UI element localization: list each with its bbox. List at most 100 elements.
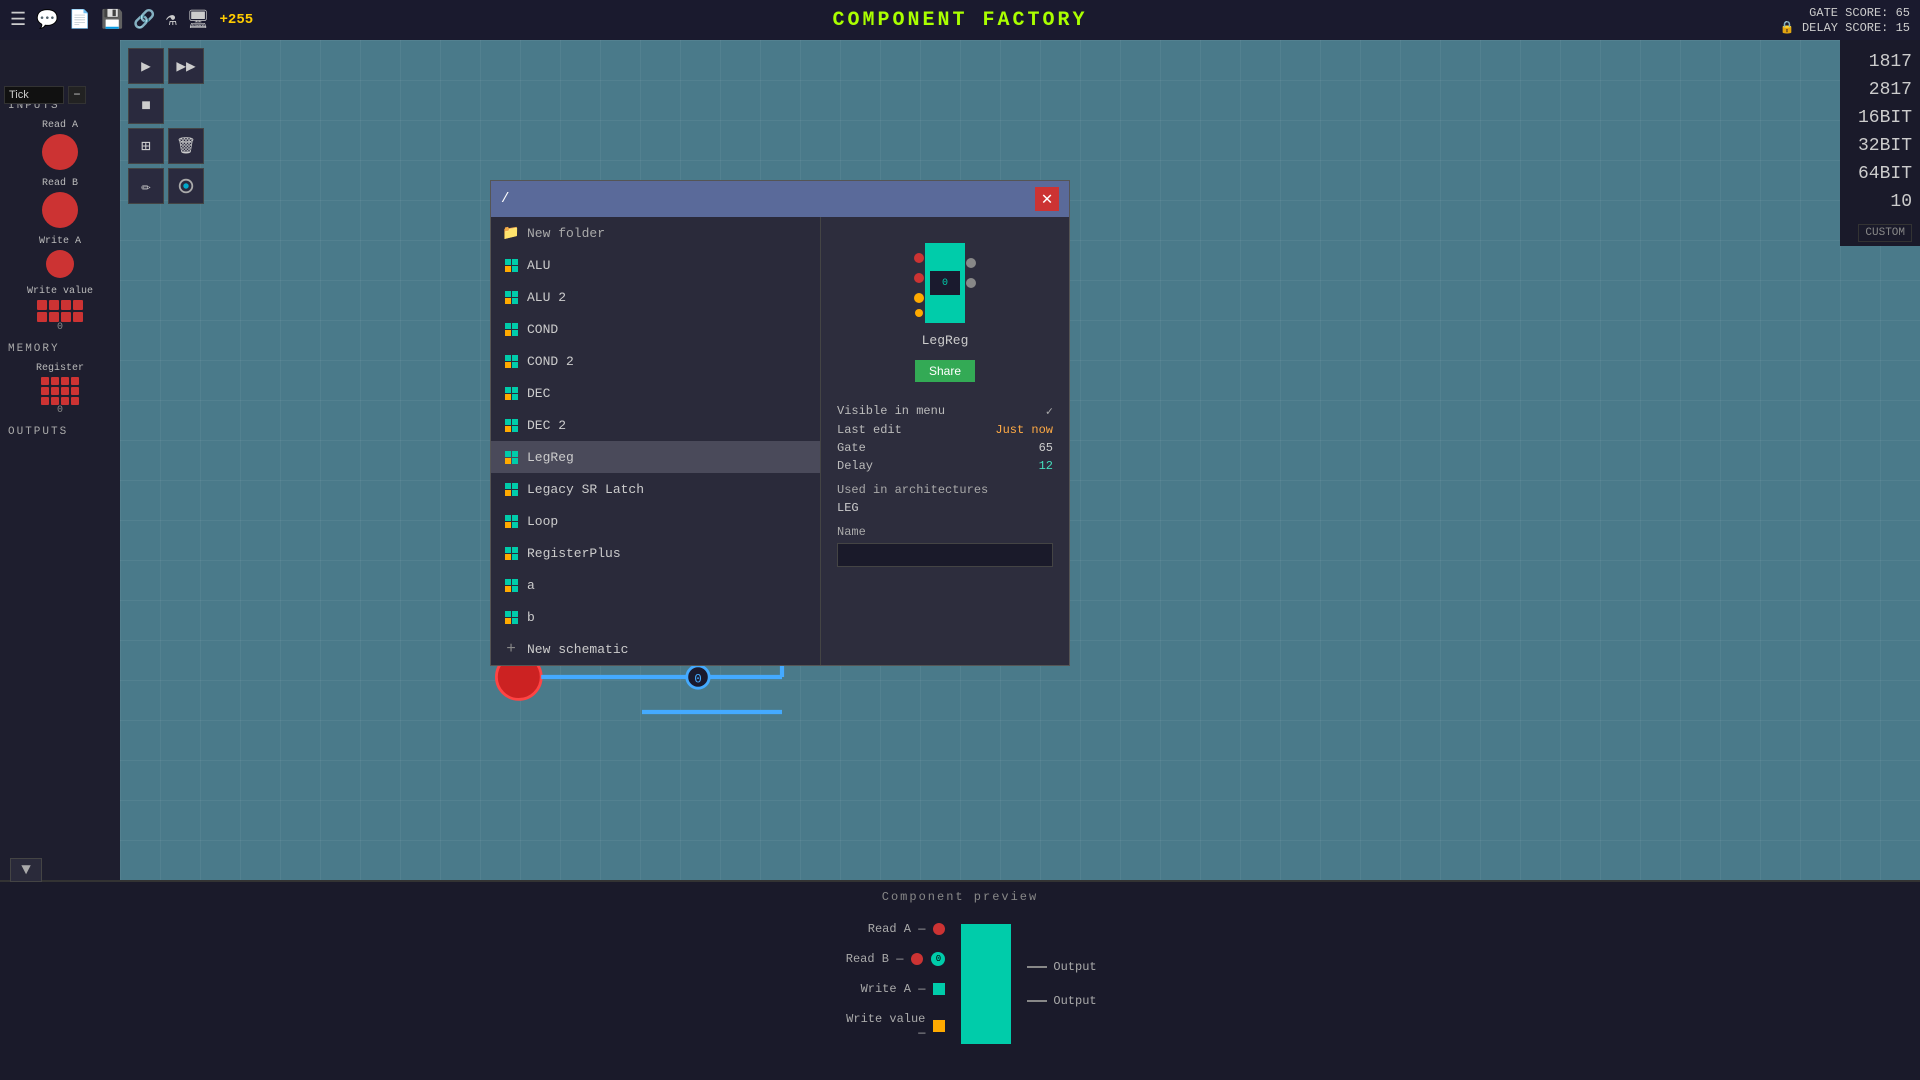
last-edit-row: Last edit Just now: [837, 423, 1053, 437]
b-icon: [503, 609, 519, 625]
cond-icon: [503, 321, 519, 337]
dec-icon: [503, 385, 519, 401]
sidebar-write-a: Write A: [8, 236, 112, 278]
score-2bit: 2817: [1869, 80, 1912, 100]
tick-minus-btn[interactable]: −: [68, 86, 86, 104]
preview-read-b-num: 0: [931, 952, 945, 966]
cond2-icon: [503, 353, 519, 369]
score-32bit: 32BIT: [1858, 136, 1912, 156]
refresh-btn[interactable]: [168, 168, 204, 204]
visible-label: Visible in menu: [837, 404, 945, 419]
read-b-dot[interactable]: [42, 192, 78, 228]
loop-label: Loop: [527, 514, 558, 529]
write-val-grid[interactable]: [37, 300, 83, 322]
tick-input[interactable]: [4, 86, 64, 104]
modal-close-btn[interactable]: ✕: [1035, 187, 1059, 211]
preview-read-b-dot: [911, 953, 923, 965]
select-btn[interactable]: ⊞: [128, 128, 164, 164]
gate-label: Gate: [837, 441, 866, 455]
gate-score-label: GATE SCORE: 65: [1809, 6, 1910, 20]
legacy-sr-icon: [503, 481, 519, 497]
register-grid[interactable]: [41, 377, 79, 405]
chip-icon[interactable]: 🖥: [187, 9, 210, 31]
play-btn[interactable]: ▶: [128, 48, 164, 84]
output-line-2: [1027, 1000, 1047, 1002]
save-icon[interactable]: 💾: [101, 9, 123, 31]
arch-val: LEG: [837, 501, 1053, 515]
dec-label: DEC: [527, 386, 550, 401]
list-item-cond[interactable]: COND: [491, 313, 820, 345]
list-item-legreg[interactable]: LegReg: [491, 441, 820, 473]
preview-read-a: Read A —: [845, 922, 945, 936]
preview-write-val: Write value —: [845, 1012, 945, 1040]
custom-badge: CUSTOM: [1858, 224, 1912, 242]
preview-write-val-dot: [933, 1020, 945, 1032]
menu-icon[interactable]: ☰: [10, 9, 26, 31]
scores-display: GATE SCORE: 65 🔒 DELAY SCORE: 15: [1780, 6, 1910, 35]
outputs-title: OUTPUTS: [8, 426, 112, 438]
write-val-zero: 0: [57, 322, 63, 333]
flask-icon[interactable]: ⚗: [166, 9, 177, 31]
regplus-label: RegisterPlus: [527, 546, 621, 561]
memory-title: MEMORY: [8, 343, 112, 355]
list-item-dec[interactable]: DEC: [491, 377, 820, 409]
delay-label: Delay: [837, 459, 873, 473]
component-preview: 0 LegReg: [837, 233, 1053, 348]
file-icon[interactable]: 📄: [69, 9, 91, 31]
plus-icon: +: [503, 641, 519, 657]
list-item-new-folder[interactable]: 📁 New folder: [491, 217, 820, 249]
preview-output-1: Output: [1027, 960, 1096, 974]
preview-io-area: Read A — Read B — 0 Write A — Write valu…: [0, 912, 1920, 1056]
toolbar-row-4: ✏: [128, 168, 204, 204]
list-item-dec2[interactable]: DEC 2: [491, 409, 820, 441]
top-bar: ☰ 💬 📄 💾 🔗 ⚗ 🖥 +255 COMPONENT FACTORY GAT…: [0, 0, 1920, 40]
delay-score-label: 🔒 DELAY SCORE: 15: [1780, 20, 1910, 35]
panel-toggle-btn[interactable]: ▼: [10, 858, 42, 882]
toolbar-row-3: ⊞ 🗑: [128, 128, 204, 164]
stop-btn[interactable]: ■: [128, 88, 164, 124]
list-item-b[interactable]: b: [491, 601, 820, 633]
write-a-dot[interactable]: [46, 250, 74, 278]
list-item-loop[interactable]: Loop: [491, 505, 820, 537]
network-icon[interactable]: 🔗: [133, 9, 155, 31]
toolbar-row-2: ■: [128, 88, 204, 124]
edit-btn[interactable]: ✏: [128, 168, 164, 204]
regplus-icon: [503, 545, 519, 561]
share-button[interactable]: Share: [915, 360, 975, 382]
delete-btn[interactable]: 🗑: [168, 128, 204, 164]
list-item-regplus[interactable]: RegisterPlus: [491, 537, 820, 569]
modal-detail-panel: 0 LegReg Share Visible in menu ✓ Last ed…: [821, 217, 1069, 665]
preview-read-b-label: Read B —: [823, 952, 903, 966]
alu-icon: [503, 257, 519, 273]
folder-icon: 📁: [503, 225, 519, 241]
list-item-cond2[interactable]: COND 2: [491, 345, 820, 377]
preview-output-2: Output: [1027, 994, 1096, 1008]
fast-forward-btn[interactable]: ▶▶: [168, 48, 204, 84]
toolbar-row-1: ▶ ▶▶: [128, 48, 204, 84]
last-edit-val: Just now: [995, 423, 1053, 437]
new-schematic-label: New schematic: [527, 642, 628, 657]
component-preview-title: Component preview: [0, 882, 1920, 912]
list-item-legacy-sr[interactable]: Legacy SR Latch: [491, 473, 820, 505]
a-icon: [503, 577, 519, 593]
score-64bit: 64BIT: [1858, 164, 1912, 184]
output-line-1: [1027, 966, 1047, 968]
modal-header: / ✕: [491, 181, 1069, 217]
cond-label: COND: [527, 322, 558, 337]
name-label: Name: [837, 525, 1053, 539]
list-item-new-schematic[interactable]: + New schematic: [491, 633, 820, 665]
list-item-a[interactable]: a: [491, 569, 820, 601]
list-item-alu[interactable]: ALU: [491, 249, 820, 281]
detail-component-name: LegReg: [922, 333, 969, 348]
read-a-dot[interactable]: [42, 134, 78, 170]
coins-display: +255: [220, 12, 254, 28]
chat-icon[interactable]: 💬: [36, 9, 58, 31]
list-item-alu2[interactable]: ALU 2: [491, 281, 820, 313]
modal-body: 📁 New folder ALU: [491, 217, 1069, 665]
legreg-label: LegReg: [527, 450, 574, 465]
preview-write-val-label: Write value —: [845, 1012, 925, 1040]
name-input[interactable]: [837, 543, 1053, 567]
toolbar: ▶ ▶▶ ■ ⊞ 🗑 ✏: [128, 48, 204, 204]
read-a-label: Read A: [42, 120, 78, 131]
legacy-sr-label: Legacy SR Latch: [527, 482, 644, 497]
